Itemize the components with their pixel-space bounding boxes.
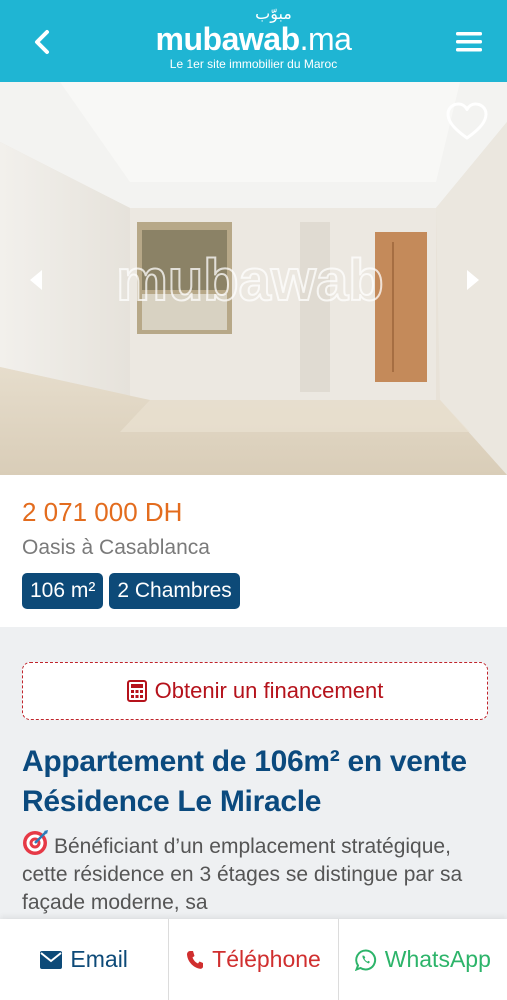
- description-text: Bénéficiant d’un emplacement stratégique…: [22, 835, 463, 914]
- logo-wordmark: mubawab.ma: [0, 22, 507, 56]
- listing-photo[interactable]: mubawab: [0, 82, 507, 475]
- listing-details: Obtenir un financement Appartement de 10…: [0, 627, 507, 947]
- apartment-room-image: mubawab: [0, 82, 507, 475]
- phone-button[interactable]: Téléphone: [169, 919, 339, 1000]
- previous-photo-button[interactable]: [24, 266, 48, 294]
- envelope-icon: [40, 950, 63, 969]
- logo-arabic: مبوّب: [255, 4, 292, 23]
- rooms-tag: 2 Chambres: [109, 573, 240, 609]
- email-label: Email: [70, 946, 128, 972]
- listing-summary: 2 071 000 DH Oasis à Casablanca 106 m² 2…: [0, 475, 507, 627]
- listing-tags: 106 m² 2 Chambres: [22, 573, 485, 609]
- listing-location: Oasis à Casablanca: [22, 536, 210, 559]
- logo-tagline: Le 1er site immobilier du Maroc: [169, 57, 338, 71]
- whatsapp-button[interactable]: WhatsApp: [339, 919, 507, 1000]
- financing-label: Obtenir un financement: [154, 678, 384, 703]
- mubawab-logo[interactable]: مبوّب mubawab.ma Le 1er site immobilier …: [0, 4, 507, 72]
- phone-label: Téléphone: [212, 946, 321, 972]
- logo-name: mubawab: [155, 21, 301, 57]
- arrow-left-icon: [30, 270, 42, 290]
- whatsapp-label: WhatsApp: [384, 946, 491, 972]
- menu-button[interactable]: [449, 22, 489, 62]
- logo-tld: .ma: [299, 21, 352, 57]
- listing-description: Bénéficiant d’un emplacement stratégique…: [22, 830, 487, 917]
- email-button[interactable]: Email: [0, 919, 170, 1000]
- listing-title: Appartement de 106m² en vente Résidence …: [22, 745, 467, 818]
- target-icon: [23, 830, 48, 855]
- photo-watermark: mubawab: [116, 248, 384, 313]
- listing-price: 2 071 000 DH: [22, 497, 183, 527]
- calculator-icon: [126, 680, 147, 702]
- whatsapp-icon: [354, 948, 376, 971]
- phone-icon: [187, 950, 204, 969]
- heart-icon: [446, 102, 488, 140]
- arrow-right-icon: [467, 270, 479, 290]
- top-header: مبوّب mubawab.ma Le 1er site immobilier …: [0, 0, 507, 82]
- area-tag: 106 m²: [22, 573, 104, 609]
- hamburger-menu-icon: [456, 32, 482, 52]
- contact-bar: Email Téléphone WhatsApp: [0, 919, 507, 1000]
- next-photo-button[interactable]: [461, 266, 485, 294]
- financing-button[interactable]: Obtenir un financement: [22, 662, 488, 720]
- favorite-button[interactable]: [445, 102, 489, 142]
